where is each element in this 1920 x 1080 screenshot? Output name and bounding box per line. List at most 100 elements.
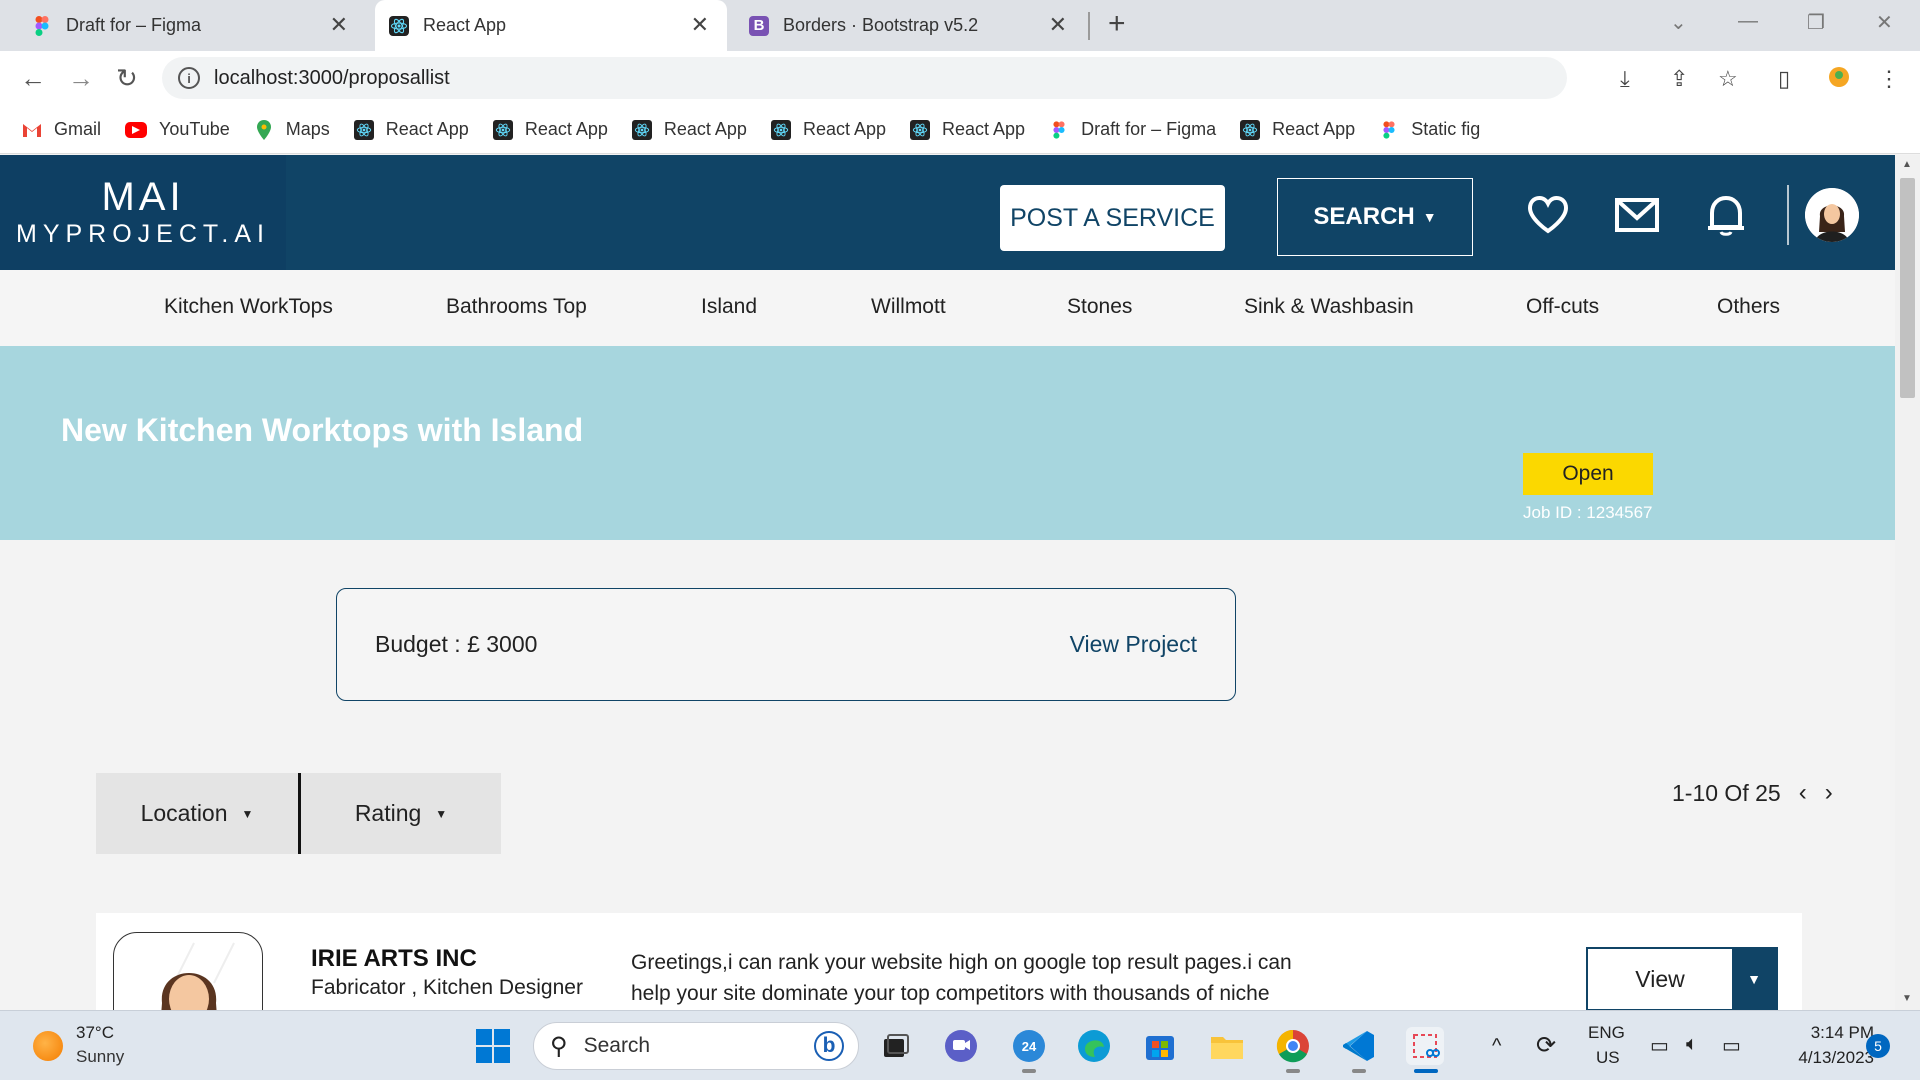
profile-icon[interactable] xyxy=(1828,66,1850,94)
side-panel-icon[interactable]: ▯ xyxy=(1778,66,1790,92)
bookmark-react-app[interactable]: React App xyxy=(353,119,469,140)
bing-icon[interactable]: b xyxy=(814,1031,844,1061)
proposal-card: IRIE ARTS INC Fabricator , Kitchen Desig… xyxy=(96,913,1802,1010)
taskbar-search[interactable]: ⚲ Search b xyxy=(533,1022,859,1070)
react-icon xyxy=(389,15,409,36)
edge-icon[interactable] xyxy=(1075,1027,1113,1065)
tab-title: Draft for – Figma xyxy=(66,15,202,35)
restore-icon[interactable]: ❐ xyxy=(1807,10,1825,35)
notification-badge[interactable]: 5 xyxy=(1866,1034,1890,1058)
site-info-icon[interactable]: i xyxy=(178,67,200,89)
battery-icon[interactable]: ▭ xyxy=(1722,1033,1741,1058)
tab-bootstrap[interactable]: B Borders · Bootstrap v5.2 ✕ xyxy=(735,0,1085,51)
tab-figma[interactable]: Draft for – Figma ✕ xyxy=(18,0,366,51)
tab-title: Borders · Bootstrap v5.2 xyxy=(783,15,979,35)
forward-icon[interactable]: → xyxy=(68,63,94,93)
microsoft-store-icon[interactable] xyxy=(1141,1027,1179,1065)
file-explorer-icon[interactable] xyxy=(1208,1027,1246,1065)
sun-icon[interactable] xyxy=(33,1031,63,1061)
close-tab-icon[interactable]: ✕ xyxy=(691,14,709,36)
category-others[interactable]: Others xyxy=(1717,295,1780,319)
close-window-icon[interactable]: ✕ xyxy=(1876,10,1893,35)
bookmark-react-app[interactable]: React App xyxy=(910,119,1025,140)
share-icon[interactable]: ⇪ xyxy=(1670,66,1688,92)
reload-icon[interactable]: ↻ xyxy=(116,63,138,93)
clock-date[interactable]: 4/13/2023 xyxy=(1770,1048,1874,1068)
windows-start-icon[interactable] xyxy=(474,1027,512,1065)
rating-filter[interactable]: Rating ▼ xyxy=(301,773,501,854)
post-service-button[interactable]: POST A SERVICE xyxy=(1000,185,1225,251)
close-tab-icon[interactable]: ✕ xyxy=(330,14,348,36)
location-filter[interactable]: Location ▼ xyxy=(96,773,298,854)
bookmark-label: React App xyxy=(802,119,887,139)
network-icon[interactable]: ▭ xyxy=(1650,1033,1669,1058)
weather-temperature[interactable]: 37°C xyxy=(76,1023,114,1043)
taskbar-search-placeholder: Search xyxy=(583,1034,651,1057)
install-icon[interactable]: ⤓ xyxy=(1620,66,1630,92)
sync-icon[interactable]: ⟳ xyxy=(1536,1031,1556,1060)
bookmark-figma[interactable]: Draft for – Figma xyxy=(1049,119,1216,140)
bell-icon[interactable] xyxy=(1702,191,1750,239)
heart-icon[interactable] xyxy=(1524,191,1572,239)
chrome-icon[interactable] xyxy=(1274,1027,1312,1065)
scroll-down-icon[interactable]: ▼ xyxy=(1902,993,1912,1004)
vscode-icon[interactable] xyxy=(1340,1027,1378,1065)
bookmark-react-app[interactable]: React App xyxy=(492,119,608,140)
language-top[interactable]: ENG xyxy=(1588,1023,1625,1043)
scrollbar-thumb[interactable] xyxy=(1900,178,1915,398)
new-tab-icon[interactable]: + xyxy=(1108,9,1126,39)
bookmark-static-fig[interactable]: Static fig xyxy=(1379,119,1480,140)
bookmark-maps[interactable]: Maps xyxy=(254,119,330,140)
snipping-tool-icon[interactable] xyxy=(1406,1027,1444,1065)
url-bar[interactable]: i localhost:3000/proposallist xyxy=(162,57,1567,99)
bookmark-label: React App xyxy=(385,119,469,139)
bookmark-react-app[interactable]: React App xyxy=(770,119,887,140)
close-tab-icon[interactable]: ✕ xyxy=(1049,14,1067,36)
category-island[interactable]: Island xyxy=(701,295,757,319)
search-icon: ⚲ xyxy=(550,1032,568,1060)
pagination-text: 1-10 Of 25 xyxy=(1672,779,1781,806)
user-avatar[interactable] xyxy=(1805,188,1859,242)
proposal-view-button[interactable]: View ▼ xyxy=(1586,947,1778,1010)
bookmark-label: React App xyxy=(663,119,747,139)
next-page-icon[interactable]: › xyxy=(1825,779,1833,807)
volume-icon[interactable]: 🔈︎ xyxy=(1686,1033,1698,1056)
rating-filter-label: Rating xyxy=(354,800,422,826)
clock-time[interactable]: 3:14 PM xyxy=(1790,1023,1874,1043)
tab-react-app[interactable]: React App ✕ xyxy=(375,0,727,51)
bookmark-react-app[interactable]: React App xyxy=(631,119,747,140)
scroll-up-icon[interactable]: ▲ xyxy=(1902,159,1912,170)
prev-page-icon[interactable]: ‹ xyxy=(1799,779,1807,807)
tab-search-icon[interactable]: ⌄ xyxy=(1670,10,1687,35)
category-sink-washbasin[interactable]: Sink & Washbasin xyxy=(1244,295,1414,319)
react-icon xyxy=(631,119,652,140)
back-icon[interactable]: ← xyxy=(20,63,46,93)
category-stones[interactable]: Stones xyxy=(1067,295,1132,319)
site-logo[interactable]: MAI MYPROJECT.AI xyxy=(0,155,286,270)
task-view-icon[interactable] xyxy=(876,1027,914,1065)
bookmark-star-icon[interactable]: ☆ xyxy=(1718,66,1738,92)
bookmark-gmail[interactable]: Gmail xyxy=(22,119,101,140)
category-off-cuts[interactable]: Off-cuts xyxy=(1526,295,1599,319)
caret-down-icon[interactable]: ▼ xyxy=(1732,949,1776,1009)
weather-condition[interactable]: Sunny xyxy=(76,1047,124,1067)
search-dropdown-button[interactable]: SEARCH ▼ xyxy=(1277,178,1473,256)
tray-overflow-icon[interactable]: ^ xyxy=(1492,1035,1501,1058)
language-bottom[interactable]: US xyxy=(1596,1048,1620,1068)
caret-down-icon: ▼ xyxy=(1422,209,1437,225)
minimize-icon[interactable]: — xyxy=(1738,10,1758,33)
bookmark-react-app[interactable]: React App xyxy=(1240,119,1355,140)
menu-kebab-icon[interactable]: ⋮ xyxy=(1878,66,1900,92)
mail-icon[interactable] xyxy=(1613,191,1661,239)
view-project-link[interactable]: View Project xyxy=(1070,631,1197,658)
category-willmott[interactable]: Willmott xyxy=(871,295,946,319)
location-filter-label: Location xyxy=(140,800,228,826)
widgets-news-icon[interactable]: 24 xyxy=(1010,1027,1048,1065)
bookmark-youtube[interactable]: YouTube xyxy=(125,119,230,140)
page-scrollbar[interactable]: ▲ ▼ xyxy=(1895,155,1920,1010)
category-bathrooms-top[interactable]: Bathrooms Top xyxy=(446,295,587,319)
category-kitchen-worktops[interactable]: Kitchen WorkTops xyxy=(164,295,333,319)
teams-chat-icon[interactable] xyxy=(942,1027,980,1065)
search-label: SEARCH xyxy=(1313,203,1415,230)
budget-card: Budget : £ 3000 View Project xyxy=(336,588,1236,701)
